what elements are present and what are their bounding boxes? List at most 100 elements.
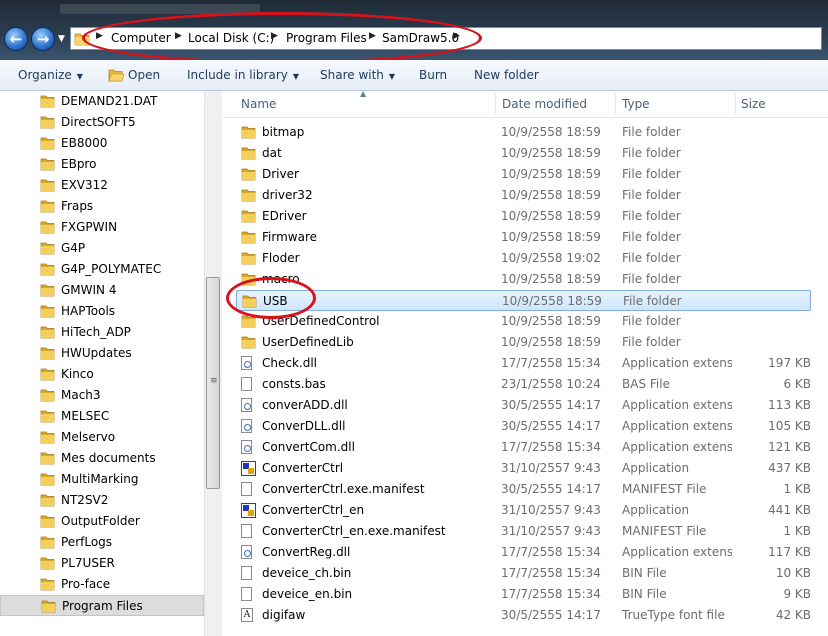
nav-folder-item[interactable]: NT2SV2 xyxy=(0,490,204,511)
file-type: MANIFEST File xyxy=(622,482,707,496)
nav-folder-item[interactable]: HAPTools xyxy=(0,301,204,322)
nav-folder-item[interactable]: HWUpdates xyxy=(0,343,204,364)
nav-folder-item[interactable]: DirectSOFT5 xyxy=(0,112,204,133)
nav-folder-item[interactable]: FXGPWIN xyxy=(0,217,204,238)
nav-folder-label: NT2SV2 xyxy=(61,493,109,507)
file-row[interactable]: ConverterCtrl_en 31/10/2557 9:43 Applicati… xyxy=(236,500,811,521)
document-icon xyxy=(241,524,252,538)
file-row[interactable]: driver32 10/9/2558 18:59 File folder xyxy=(236,185,811,206)
file-size: 121 KB xyxy=(768,440,811,454)
open-button[interactable]: Open xyxy=(108,68,160,82)
nav-folder-item[interactable]: G4P_POLYMATEC xyxy=(0,259,204,280)
file-date-modified: 30/5/2555 14:17 xyxy=(501,398,601,412)
file-row[interactable]: deveice_ch.bin 17/7/2558 15:34 BIN File 10 … xyxy=(236,563,811,584)
nav-folder-item[interactable]: Pro-face xyxy=(0,574,204,595)
folder-icon xyxy=(40,409,55,423)
column-header-type[interactable]: Type xyxy=(622,97,650,111)
folder-icon xyxy=(40,577,55,591)
file-row[interactable]: ConverDLL.dll 30/5/2555 14:17 Application … xyxy=(236,416,811,437)
file-type: File folder xyxy=(622,146,681,160)
file-row[interactable]: Adigifaw 30/5/2555 14:17 TrueType font fil… xyxy=(236,605,811,626)
file-row[interactable]: Floder 10/9/2558 19:02 File folder xyxy=(236,248,811,269)
navigation-scrollbar[interactable]: ≡ xyxy=(204,91,222,636)
folder-icon xyxy=(40,136,55,150)
nav-folder-item[interactable]: HiTech_ADP xyxy=(0,322,204,343)
column-header-name[interactable]: Name xyxy=(241,97,276,111)
new-folder-button[interactable]: New folder xyxy=(474,68,539,82)
file-name: ConverterCtrl xyxy=(262,461,344,475)
file-row[interactable]: USB 10/9/2558 18:59 File folder xyxy=(236,290,811,311)
nav-folder-item[interactable]: GMWIN 4 xyxy=(0,280,204,301)
file-size: 437 KB xyxy=(768,461,811,475)
file-type: BIN File xyxy=(622,587,667,601)
file-row[interactable]: ConverterCtrl_en.exe.manifest 31/10/2557 … xyxy=(236,521,811,542)
file-type: MANIFEST File xyxy=(622,524,707,538)
file-row[interactable]: dat 10/9/2558 18:59 File folder xyxy=(236,143,811,164)
file-size: 441 KB xyxy=(768,503,811,517)
nav-folder-item[interactable]: EBpro xyxy=(0,154,204,175)
file-row[interactable]: EDriver 10/9/2558 18:59 File folder xyxy=(236,206,811,227)
nav-folder-item[interactable]: Kinco xyxy=(0,364,204,385)
file-name: consts.bas xyxy=(262,377,326,391)
nav-folder-item[interactable]: DEMAND21.DAT xyxy=(0,91,204,112)
column-divider[interactable] xyxy=(615,93,616,115)
nav-folder-item[interactable]: MELSEC xyxy=(0,406,204,427)
file-row[interactable]: macro 10/9/2558 18:59 File folder xyxy=(236,269,811,290)
scrollbar-thumb[interactable]: ≡ xyxy=(206,277,220,489)
file-row[interactable]: Check.dll 17/7/2558 15:34 Application exte… xyxy=(236,353,811,374)
file-date-modified: 30/5/2555 14:17 xyxy=(501,482,601,496)
file-row[interactable]: converADD.dll 30/5/2555 14:17 Application … xyxy=(236,395,811,416)
file-name: Driver xyxy=(262,167,299,181)
file-row[interactable]: UserDefinedLib 10/9/2558 18:59 File folder xyxy=(236,332,811,353)
file-size: 1 KB xyxy=(783,482,811,496)
file-row[interactable]: bitmap 10/9/2558 18:59 File folder xyxy=(236,122,811,143)
column-divider[interactable] xyxy=(735,93,736,115)
nav-folder-item[interactable]: G4P xyxy=(0,238,204,259)
forward-button[interactable]: → xyxy=(31,27,55,51)
file-row[interactable]: Firmware 10/9/2558 18:59 File folder xyxy=(236,227,811,248)
nav-folder-item[interactable]: Mes documents xyxy=(0,448,204,469)
file-date-modified: 17/7/2558 15:34 xyxy=(501,440,601,454)
file-row[interactable]: deveice_en.bin 17/7/2558 15:34 BIN File 9 K… xyxy=(236,584,811,605)
nav-folder-item[interactable]: PL7USER xyxy=(0,553,204,574)
nav-folder-item[interactable]: Melservo xyxy=(0,427,204,448)
file-row[interactable]: ConverterCtrl 31/10/2557 9:43 Application 4… xyxy=(236,458,811,479)
nav-folder-item[interactable]: EXV312 xyxy=(0,175,204,196)
file-date-modified: 17/7/2558 15:34 xyxy=(501,566,601,580)
file-row[interactable]: UserDefinedControl 10/9/2558 18:59 File fo… xyxy=(236,311,811,332)
nav-folder-item[interactable]: MultiMarking xyxy=(0,469,204,490)
file-size: 105 KB xyxy=(768,419,811,433)
nav-folder-label: Fraps xyxy=(61,199,94,213)
file-name: converADD.dll xyxy=(262,398,348,412)
back-button[interactable]: ← xyxy=(4,27,28,51)
folder-icon xyxy=(40,367,55,381)
nav-folder-item[interactable]: Program Files xyxy=(0,595,204,616)
nav-folder-item[interactable]: OutputFolder xyxy=(0,511,204,532)
nav-folder-item[interactable]: Mach3 xyxy=(0,385,204,406)
column-header-size[interactable]: Size xyxy=(741,97,766,111)
burn-button[interactable]: Burn xyxy=(419,68,447,82)
file-row[interactable]: consts.bas 23/1/2558 10:24 BAS File 6 KB xyxy=(236,374,811,395)
nav-folder-label: MELSEC xyxy=(61,409,110,423)
folder-icon xyxy=(40,346,55,360)
organize-menu[interactable]: Organize ▼ xyxy=(18,68,83,82)
nav-folder-item[interactable]: Fraps xyxy=(0,196,204,217)
file-name: EDriver xyxy=(262,209,307,223)
file-row[interactable]: ConvertCom.dll 17/7/2558 15:34 Application… xyxy=(236,437,811,458)
file-row[interactable]: ConverterCtrl.exe.manifest 30/5/2555 14:1… xyxy=(236,479,811,500)
file-row[interactable]: ConvertReg.dll 17/7/2558 15:34 Application… xyxy=(236,542,811,563)
file-name: driver32 xyxy=(262,188,313,202)
folder-icon xyxy=(241,272,256,286)
column-divider[interactable] xyxy=(495,93,496,115)
file-row[interactable]: Driver 10/9/2558 18:59 File folder xyxy=(236,164,811,185)
share-with-menu[interactable]: Share with ▼ xyxy=(320,68,395,82)
file-size: 197 KB xyxy=(768,356,811,370)
nav-folder-label: PerfLogs xyxy=(61,535,113,549)
folder-icon xyxy=(40,535,55,549)
include-in-library-menu[interactable]: Include in library ▼ xyxy=(187,68,299,82)
column-header-date-modified[interactable]: Date modified xyxy=(502,97,587,111)
folder-icon xyxy=(241,125,256,139)
recent-pages-dropdown-icon[interactable]: ▼ xyxy=(58,34,65,44)
nav-folder-item[interactable]: PerfLogs xyxy=(0,532,204,553)
nav-folder-item[interactable]: EB8000 xyxy=(0,133,204,154)
